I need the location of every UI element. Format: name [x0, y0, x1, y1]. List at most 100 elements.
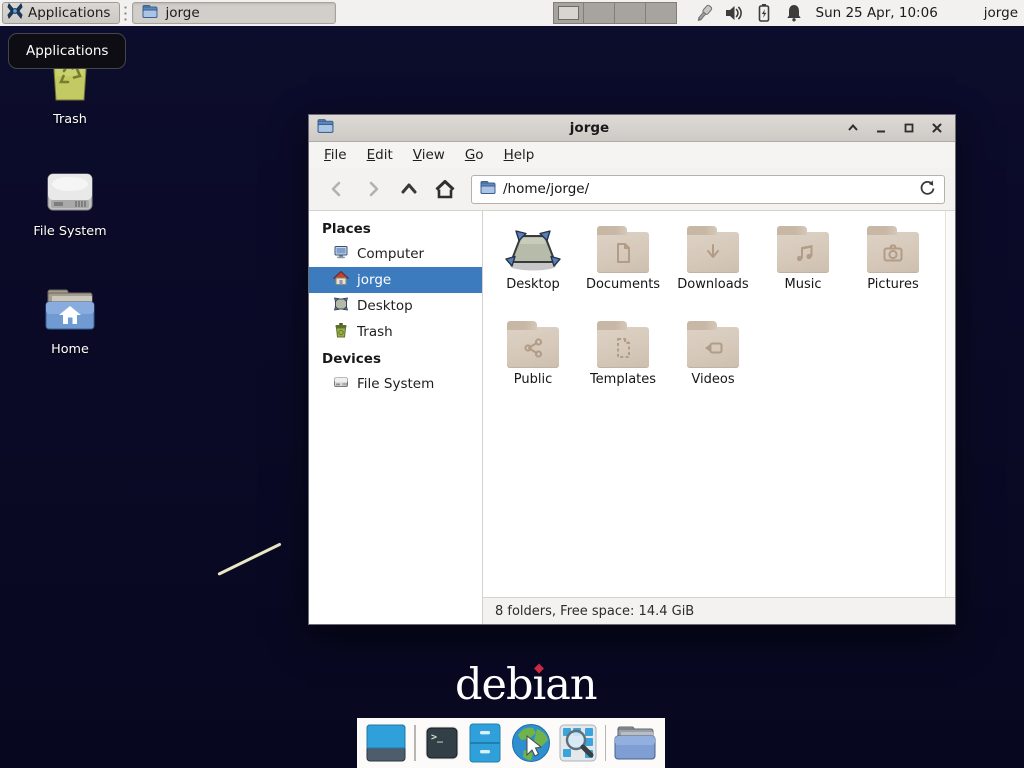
up-button[interactable] [391, 174, 427, 204]
file-item-label: Music [785, 277, 822, 292]
vertical-scrollbar[interactable] [945, 211, 955, 597]
applications-tooltip: Applications [8, 33, 126, 69]
notifications-bell-icon[interactable] [784, 3, 805, 24]
file-item-label: Public [514, 372, 552, 387]
music-folder-icon [777, 232, 829, 273]
public-folder-icon [507, 327, 559, 368]
application-finder-launcher[interactable] [559, 724, 597, 762]
tool-icon[interactable] [694, 3, 715, 24]
desktop-icon-label: File System [33, 224, 106, 239]
sidebar-item-file-system[interactable]: File System [309, 371, 482, 397]
file-item-downloads[interactable]: Downloads [668, 215, 758, 310]
workspace-3[interactable] [615, 3, 646, 23]
folder-launcher[interactable] [614, 725, 656, 761]
shade-button[interactable] [845, 121, 860, 136]
reload-icon[interactable] [919, 179, 936, 200]
menu-file[interactable]: File [314, 144, 357, 166]
menubar: File Edit View Go Help [309, 142, 955, 168]
sidebar-item-label: File System [357, 376, 434, 392]
sidebar-item-label: jorge [357, 272, 391, 288]
file-item-public[interactable]: Public [488, 310, 578, 405]
debian-logo: debıan [455, 660, 597, 710]
maximize-button[interactable] [901, 121, 916, 136]
documents-folder-icon [597, 232, 649, 273]
videos-folder-icon [687, 327, 739, 368]
file-item-label: Videos [691, 372, 734, 387]
file-icon-view[interactable]: Desktop Documents [483, 211, 955, 624]
file-item-label: Pictures [867, 277, 918, 292]
minimize-button[interactable] [873, 121, 888, 136]
window-main: Places Computer [309, 211, 955, 624]
sidebar-item-label: Desktop [357, 298, 413, 314]
desktop-icon-label: Trash [53, 112, 87, 127]
home-button[interactable] [427, 174, 463, 204]
panel-user-label[interactable]: jorge [984, 5, 1018, 21]
taskbar-window-button[interactable]: jorge [132, 2, 336, 24]
workspace-pager [553, 2, 677, 24]
volume-icon[interactable] [724, 3, 745, 24]
web-browser-launcher[interactable] [510, 723, 551, 764]
desktop: Applications jorge [0, 0, 1024, 768]
templates-folder-icon [597, 327, 649, 368]
file-item-pictures[interactable]: Pictures [848, 215, 938, 310]
system-tray [694, 3, 805, 24]
dock: >_ [357, 718, 665, 768]
file-cabinet-launcher[interactable] [468, 723, 502, 763]
workspace-4[interactable] [646, 3, 676, 23]
sidebar-header-devices: Devices [309, 345, 482, 371]
desktop-icon-file-system[interactable]: File System [10, 168, 130, 239]
folder-icon [142, 4, 158, 23]
back-button[interactable] [319, 174, 355, 204]
file-item-videos[interactable]: Videos [668, 310, 758, 405]
sidebar-item-trash[interactable]: Trash [309, 319, 482, 345]
panel-handle[interactable] [123, 6, 128, 21]
file-item-desktop[interactable]: Desktop [488, 215, 578, 310]
dock-separator [414, 725, 416, 761]
window-title: jorge [340, 120, 839, 136]
show-desktop-button[interactable] [366, 724, 406, 762]
sidebar-item-label: Trash [357, 324, 393, 340]
file-item-templates[interactable]: Templates [578, 310, 668, 405]
file-item-label: Templates [590, 372, 656, 387]
file-item-music[interactable]: Music [758, 215, 848, 310]
trash-small-icon [333, 322, 349, 342]
downloads-folder-icon [687, 232, 739, 273]
file-item-documents[interactable]: Documents [578, 215, 668, 310]
close-button[interactable] [929, 121, 944, 136]
path-bar[interactable]: /home/jorge/ [471, 175, 945, 204]
terminal-launcher[interactable]: >_ [424, 725, 460, 761]
path-folder-icon [480, 180, 496, 199]
statusbar-text: 8 folders, Free space: 14.4 GiB [495, 604, 694, 619]
battery-icon[interactable] [754, 3, 775, 24]
sidebar-header-places: Places [309, 215, 482, 241]
menu-help[interactable]: Help [494, 144, 545, 166]
menu-view[interactable]: View [403, 144, 455, 166]
file-item-label: Downloads [677, 277, 748, 292]
top-panel: Applications jorge [0, 0, 1024, 26]
menu-go[interactable]: Go [455, 144, 494, 166]
harddrive-icon [45, 168, 95, 220]
workspace-1[interactable] [554, 3, 585, 23]
toolbar: /home/jorge/ [309, 168, 955, 211]
file-grid: Desktop Documents [488, 215, 948, 405]
home-folder-icon [43, 288, 97, 338]
desktop-icon-home[interactable]: Home [10, 288, 130, 357]
computer-icon [333, 244, 349, 264]
window-titlebar[interactable]: jorge [309, 115, 955, 142]
harddrive-small-icon [333, 374, 349, 394]
path-input[interactable]: /home/jorge/ [503, 181, 912, 197]
home-icon [333, 270, 349, 290]
sidebar-item-desktop[interactable]: Desktop [309, 293, 482, 319]
sidebar-item-jorge[interactable]: jorge [309, 267, 482, 293]
forward-button[interactable] [355, 174, 391, 204]
sidebar-item-computer[interactable]: Computer [309, 241, 482, 267]
file-item-label: Desktop [506, 277, 560, 292]
desktop-small-icon [333, 296, 349, 316]
applications-menu-button[interactable]: Applications [2, 2, 120, 24]
menu-edit[interactable]: Edit [357, 144, 403, 166]
workspace-2[interactable] [584, 3, 615, 23]
window-folder-icon [317, 118, 334, 138]
file-item-label: Documents [586, 277, 660, 292]
panel-clock[interactable]: Sun 25 Apr, 10:06 [816, 5, 938, 21]
dock-separator [605, 725, 607, 761]
